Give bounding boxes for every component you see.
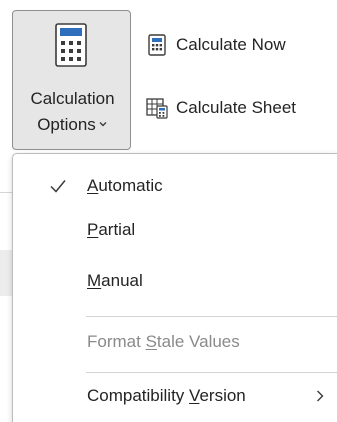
label-suffix: utomatic <box>98 176 163 195</box>
menu-item-compatibility-version-label: Compatibility Version <box>87 386 246 406</box>
mnemonic-letter: A <box>87 176 99 195</box>
menu-item-manual-label: Manual <box>87 271 143 291</box>
label-suffix: tale Values <box>156 332 240 351</box>
calculate-sheet-label: Calculate Sheet <box>176 98 297 117</box>
menu-item-partial-label: Partial <box>87 220 135 240</box>
calculate-now-button[interactable]: Calculate Now <box>146 30 286 60</box>
calculate-now-label: Calculate Now <box>176 35 286 54</box>
mnemonic-letter: V <box>189 386 200 405</box>
menu-item-format-stale-values-label: Format Stale Values <box>87 332 240 352</box>
label-prefix: Compatibility <box>87 386 190 405</box>
excel-calculation-ribbon: Calculation Options Calculate Now Calcul… <box>0 0 337 422</box>
menu-item-format-stale-values: Format Stale Values <box>13 322 333 362</box>
menu-item-partial[interactable]: Partial <box>13 210 333 250</box>
menu-item-manual[interactable]: Manual <box>13 261 333 301</box>
worksheet-edge <box>0 150 12 422</box>
menu-separator <box>86 316 337 317</box>
label-suffix: anual <box>101 271 143 290</box>
menu-item-automatic[interactable]: Automatic <box>13 166 333 206</box>
calculator-small-icon <box>148 34 166 56</box>
menu-item-compatibility-version[interactable]: Compatibility Version <box>13 376 333 416</box>
mnemonic-letter: S <box>145 332 157 351</box>
checkmark-icon <box>50 180 66 193</box>
calculate-sheet-button[interactable]: Calculate Sheet <box>146 93 296 123</box>
calculation-options-label-line1: Calculation <box>30 89 115 108</box>
calculation-options-label-text: Options <box>37 115 96 134</box>
chevron-down-icon <box>99 122 107 127</box>
calculation-options-menu: Automatic Partial Manual Format Stale Va… <box>12 153 337 422</box>
menu-item-automatic-label: Automatic <box>87 176 163 196</box>
sheet-calculator-icon <box>146 98 168 119</box>
grid-line <box>0 192 12 193</box>
mnemonic-letter: M <box>87 271 102 290</box>
label-suffix: ersion <box>199 386 246 405</box>
header-band <box>0 250 12 296</box>
label-prefix: Format <box>87 332 146 351</box>
label-suffix: artial <box>98 220 136 239</box>
calculation-options-label-line2: Options <box>13 115 132 135</box>
mnemonic-letter: P <box>87 220 99 239</box>
chevron-right-icon <box>317 390 324 402</box>
menu-separator <box>86 372 337 373</box>
calculator-icon <box>55 23 87 67</box>
calculation-options-button[interactable]: Calculation Options <box>12 10 131 150</box>
